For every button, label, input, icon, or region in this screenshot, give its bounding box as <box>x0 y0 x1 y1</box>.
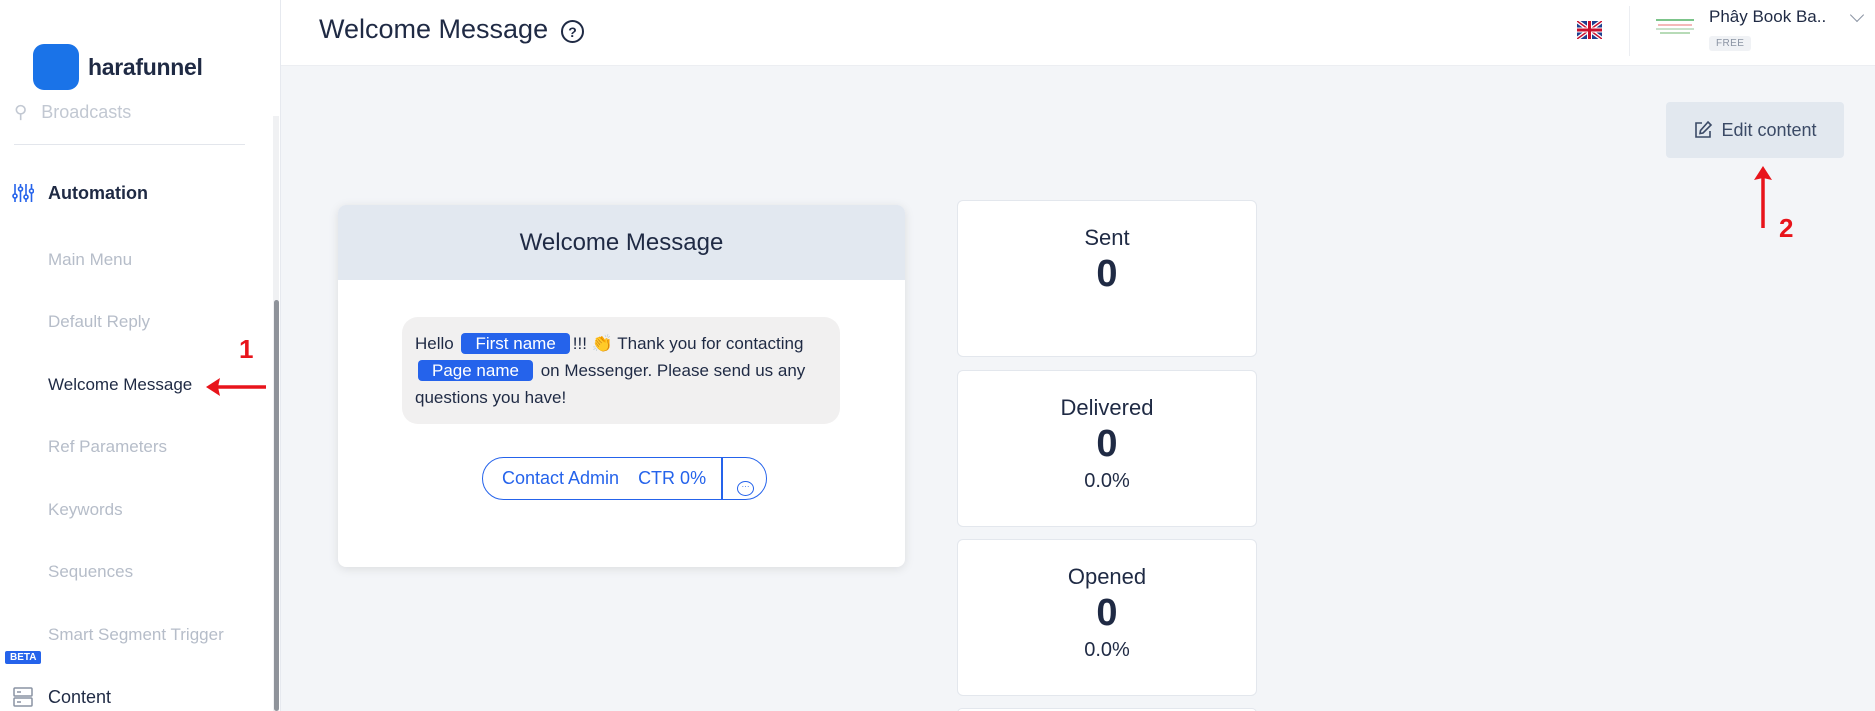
harafunnel-logo-icon <box>33 44 133 192</box>
header-separator <box>1629 6 1630 56</box>
edit-content-label: Edit content <box>1721 119 1817 140</box>
sidebar-item-smart-segment-trigger[interactable]: Smart Segment Trigger <box>48 625 224 645</box>
sidebar-item-keywords[interactable]: Keywords <box>48 500 123 520</box>
sidebar-section-automation[interactable]: Automation <box>12 182 148 204</box>
sidebar-item-content[interactable]: Content <box>12 686 111 708</box>
annotation-arrow-up <box>1754 166 1772 228</box>
edit-content-button[interactable]: Edit content <box>1666 102 1844 158</box>
uk-flag-icon[interactable] <box>1577 21 1602 39</box>
welcome-message-card: Welcome Message Hello First name!!! 👏 Th… <box>338 205 905 567</box>
annotation-marker-2: 2 <box>1779 213 1794 243</box>
chat-icon: ··· <box>737 481 754 496</box>
message-card-title: Welcome Message <box>338 205 905 280</box>
automation-icon <box>12 184 34 202</box>
sidebar-scrollbar-thumb[interactable] <box>274 300 279 711</box>
content-icon <box>13 687 33 707</box>
broadcast-icon: ⚲ <box>14 102 28 122</box>
sidebar-item-main-menu[interactable]: Main Menu <box>48 250 132 270</box>
edit-icon <box>1695 120 1713 138</box>
sidebar-item-sequences[interactable]: Sequences <box>48 562 133 582</box>
sidebar-item-welcome-message[interactable]: Welcome Message <box>48 375 192 395</box>
sidebar-item-default-reply[interactable]: Default Reply <box>48 312 150 332</box>
first-name-tag: First name <box>461 333 570 354</box>
plan-badge: FREE <box>1709 36 1752 51</box>
page-name-tag: Page name <box>418 360 533 381</box>
annotation-arrow-left <box>206 378 266 396</box>
contact-admin-button[interactable]: Contact Admin CTR 0% ··· <box>482 457 767 500</box>
help-icon[interactable]: ? <box>561 20 584 43</box>
chevron-down-icon[interactable] <box>1849 7 1865 23</box>
beta-badge: BETA <box>5 651 42 664</box>
logo[interactable]: harafunnel <box>33 44 203 192</box>
stat-card-opened: Opened 0 0.0% <box>957 539 1257 696</box>
page-title: Welcome Message <box>319 14 549 44</box>
stat-card-delivered: Delivered 0 0.0% <box>957 370 1257 527</box>
message-bubble: Hello First name!!! 👏 Thank you for cont… <box>402 317 840 424</box>
logo-text: harafunnel <box>88 53 203 80</box>
top-header: Welcome Message ? Phây Book Ba... FREE <box>281 0 1875 66</box>
sidebar-item-broadcasts[interactable]: ⚲ Broadcasts <box>14 102 131 123</box>
button-separator <box>721 458 723 499</box>
stat-card-sent: Sent 0 <box>957 200 1257 357</box>
sidebar-divider <box>14 144 245 145</box>
account-name[interactable]: Phây Book Ba... <box>1709 7 1827 27</box>
sidebar-item-ref-parameters[interactable]: Ref Parameters <box>48 437 167 457</box>
page-avatar[interactable] <box>1654 15 1696 37</box>
ctr-value: CTR 0% <box>638 468 707 488</box>
annotation-marker-1: 1 <box>239 334 254 364</box>
